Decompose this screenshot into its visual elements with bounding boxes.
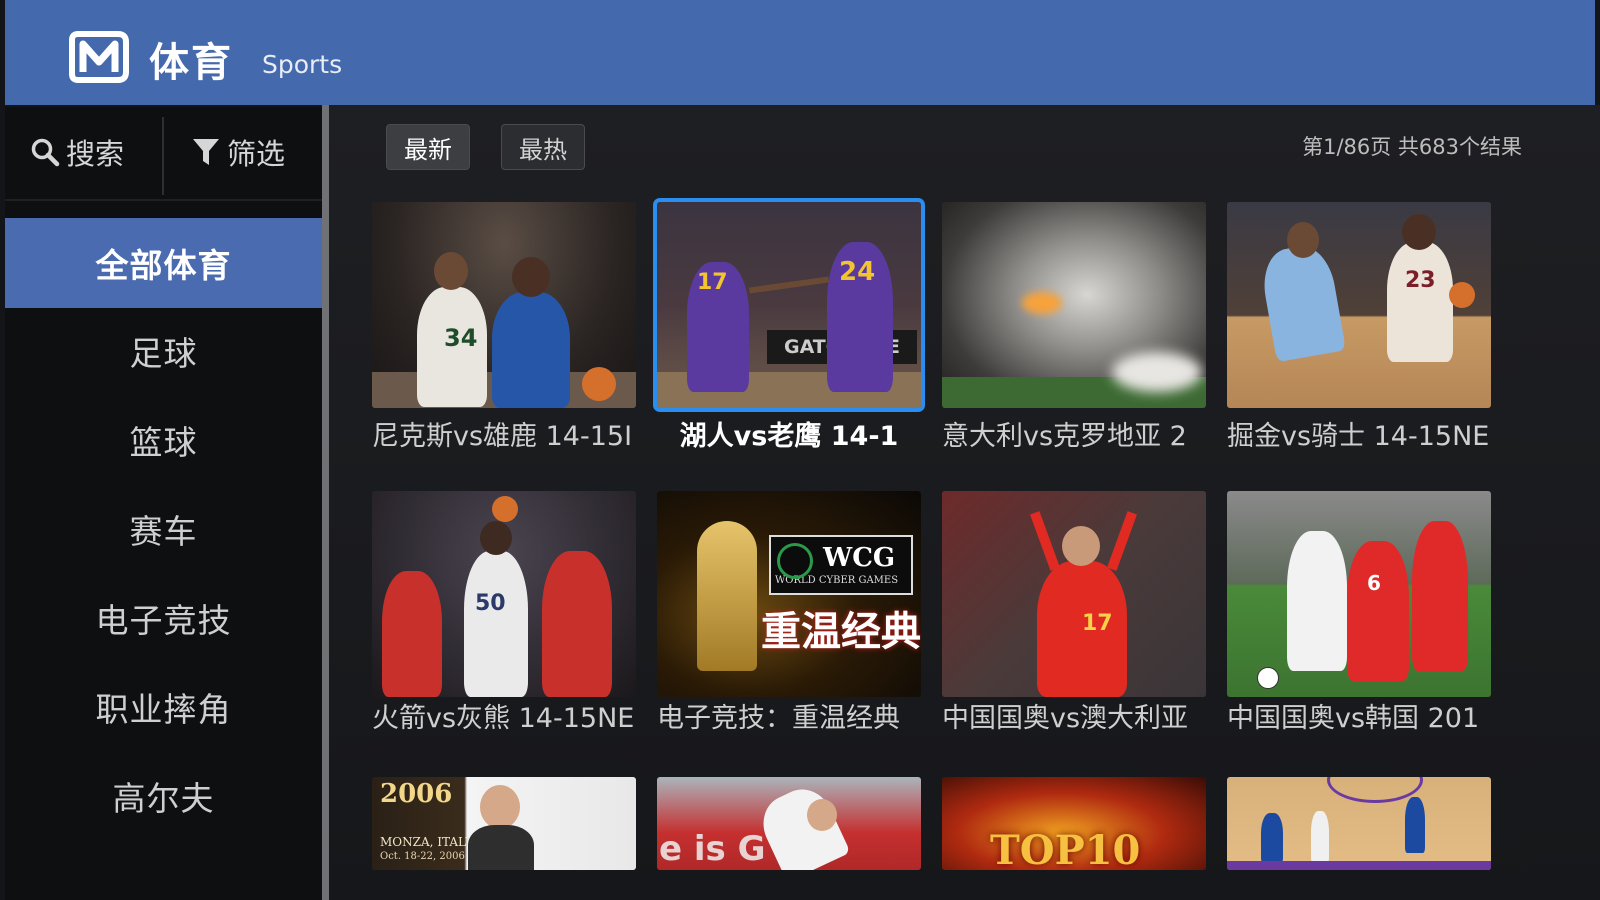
video-thumbnail[interactable] [1227,777,1491,870]
soccer-ball [1257,667,1279,689]
video-thumbnail[interactable]: TOP10 [942,777,1206,870]
search-icon [31,138,60,167]
video-thumbnail[interactable]: WCG WORLD CYBER GAMES 重温经典 [657,491,921,697]
video-title-focused: 湖人vs老鹰 14-1 [679,421,899,452]
video-thumbnail[interactable]: 34 [372,202,636,408]
category-football[interactable]: 足球 [5,306,322,396]
video-title: 中国国奥vs澳大利亚 [942,703,1189,734]
filter-button[interactable]: 筛选 [191,129,285,175]
page-title: 体育 [149,40,233,86]
sort-hottest-button[interactable]: 最热 [501,124,585,170]
video-thumbnail[interactable]: 6 [1227,491,1491,697]
toolbar-divider [162,117,164,195]
video-thumbnail[interactable]: 23 [1227,202,1491,408]
sidebar-divider [322,105,329,900]
search-button[interactable]: 搜索 [30,129,124,175]
video-thumbnail[interactable]: 50 [372,491,636,697]
jersey-number: 17 [1082,611,1113,636]
category-esports[interactable]: 电子竞技 [5,573,322,663]
jersey-number: 50 [475,591,506,616]
app-header: 体育 Sports [5,0,1595,105]
filter-label: 筛选 [227,137,286,171]
category-golf[interactable]: 高尔夫 [5,751,322,841]
sidebar: 搜索 筛选 全部体育 足球 篮球 赛车 电子竞技 职业摔角 高尔夫 [5,107,322,900]
category-all-sports[interactable]: 全部体育 [5,218,322,308]
video-thumbnail[interactable] [942,202,1206,408]
wcg-logo-text: WCG [823,543,896,573]
video-title: 中国国奥vs韩国 201 [1227,703,1480,734]
sidebar-toolbar: 搜索 筛选 [5,107,322,201]
search-label: 搜索 [66,137,125,171]
trophy-icon [697,521,757,671]
page-subtitle: Sports [262,50,343,79]
basketball [582,367,616,401]
video-title: 意大利vs克罗地亚 2 [942,421,1187,452]
category-basketball[interactable]: 篮球 [5,395,322,485]
page-info: 第1/86页 共683个结果 [1302,135,1522,159]
jersey-number: 24 [839,257,876,287]
video-thumbnail[interactable]: e is G [657,777,921,870]
jersey-number: 6 [1367,571,1381,595]
video-title: 掘金vs骑士 14-15NE [1227,421,1490,452]
banner-text: e is G [659,829,766,869]
jersey-number: 34 [444,324,478,352]
video-title: 火箭vs灰熊 14-15NE [372,703,635,734]
video-thumbnail[interactable]: 2006 MONZA, ITALY Oct. 18-22, 2006 [372,777,636,870]
content-area: 最新 最热 第1/86页 共683个结果 34 GATORADE 17 24 2… [329,105,1600,900]
jersey-number: 17 [697,270,728,295]
filter-icon [193,139,219,165]
basketball [1449,282,1475,308]
category-wrestling[interactable]: 职业摔角 [5,662,322,752]
event-year: 2006 [380,779,453,809]
event-date: Oct. 18-22, 2006 [380,851,465,862]
video-title: 尼克斯vs雄鹿 14-15I [372,421,633,452]
jersey-number: 23 [1405,268,1436,293]
video-thumbnail[interactable]: 17 [942,491,1206,697]
wcg-logo: WCG WORLD CYBER GAMES [769,535,913,595]
toolbar-underline [5,199,322,201]
overlay-title: 重温经典 [761,609,921,655]
app-logo-icon [69,31,129,83]
event-place: MONZA, ITALY [380,835,474,849]
video-thumbnail-focused[interactable]: GATORADE 17 24 [657,202,921,408]
overlay-title: TOP10 [990,827,1141,870]
sort-latest-button[interactable]: 最新 [386,124,470,170]
category-racing[interactable]: 赛车 [5,484,322,574]
basketball [492,496,518,522]
video-title: 电子竞技：重温经典 [657,703,900,734]
